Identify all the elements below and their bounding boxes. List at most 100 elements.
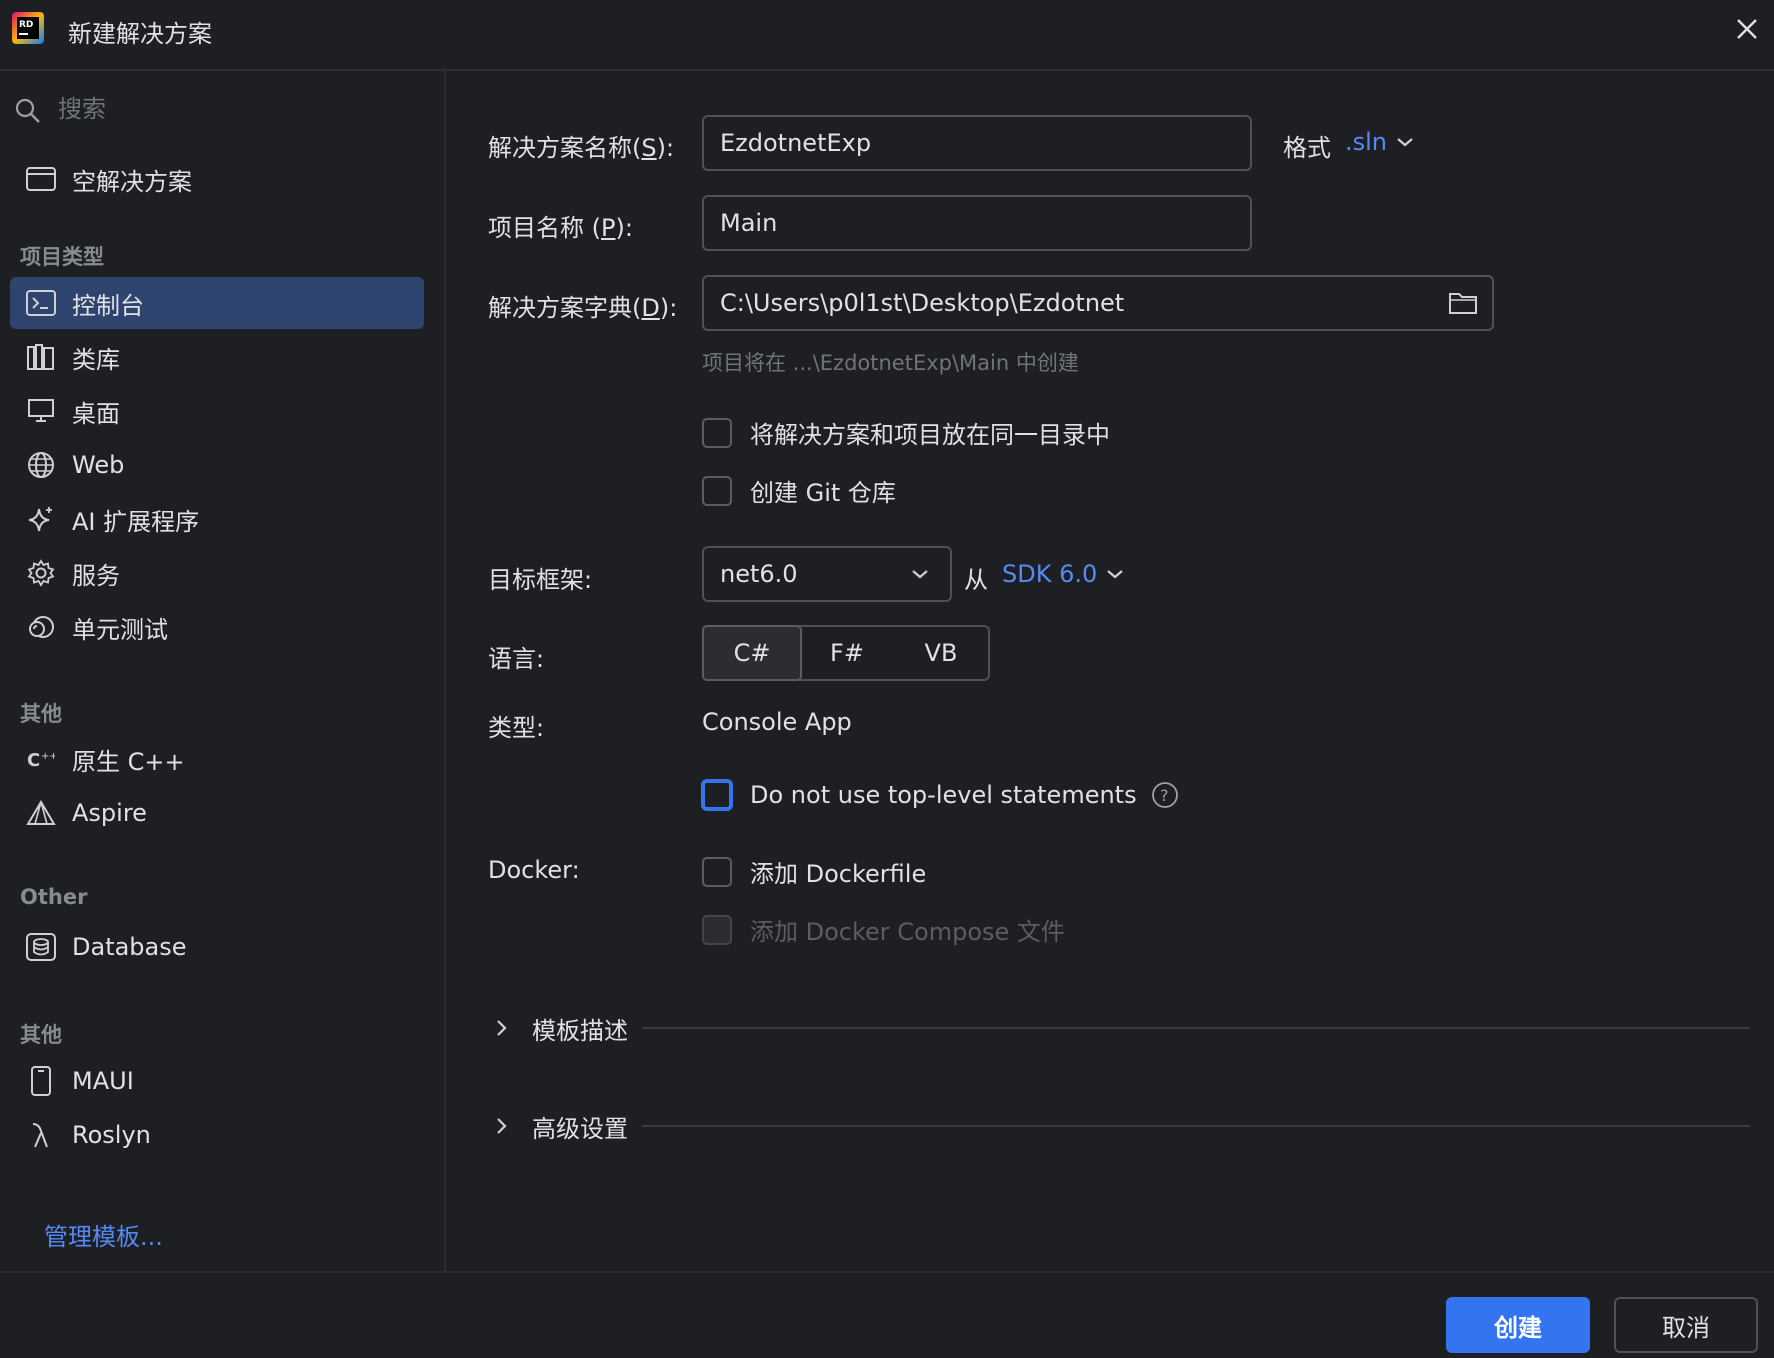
svg-text:C: C bbox=[27, 750, 40, 771]
docker-compose-option: 添加 Docker Compose 文件 bbox=[702, 912, 1065, 947]
close-icon[interactable] bbox=[1730, 12, 1764, 46]
language-option-csharp[interactable]: C# bbox=[702, 625, 802, 681]
target-framework-value: net6.0 bbox=[720, 560, 798, 588]
chevron-down-icon bbox=[1397, 138, 1413, 147]
sidebar-item-native-cpp[interactable]: C ++ 原生 C++ bbox=[10, 733, 424, 785]
search-icon bbox=[15, 98, 40, 123]
roslyn-icon bbox=[26, 1120, 56, 1150]
sidebar-item-database[interactable]: Database bbox=[10, 921, 424, 973]
sidebar-item-unit-test[interactable]: 单元测试 bbox=[10, 601, 424, 653]
sidebar-item-desktop[interactable]: 桌面 bbox=[10, 385, 424, 437]
sparkle-icon bbox=[26, 504, 56, 534]
target-framework-label: 目标框架: bbox=[488, 566, 593, 594]
sidebar-item-label: 控制台 bbox=[72, 291, 144, 320]
language-option-vb[interactable]: VB bbox=[894, 627, 988, 679]
top-level-label: Do not use top-level statements bbox=[750, 781, 1137, 809]
section-title: 模板描述 bbox=[532, 1016, 628, 1045]
sidebar-item-label: 类库 bbox=[72, 345, 120, 374]
title-bar: RD 新建解决方案 bbox=[0, 0, 1774, 71]
test-icon bbox=[26, 612, 56, 642]
manage-templates-link[interactable]: 管理模板... bbox=[44, 1217, 163, 1252]
cancel-button[interactable]: 取消 bbox=[1614, 1297, 1758, 1353]
template-sidebar: 空解决方案 项目类型 控制台 类库 桌面 Web AI 扩展程序 服 bbox=[0, 71, 446, 1271]
sidebar-item-label: 空解决方案 bbox=[72, 167, 192, 196]
docker-label: Docker: bbox=[488, 856, 580, 884]
sidebar-item-service[interactable]: 服务 bbox=[10, 547, 424, 599]
top-level-option[interactable]: Do not use top-level statements ? bbox=[702, 780, 1179, 810]
dialog-footer: 创建 取消 bbox=[0, 1271, 1774, 1358]
sidebar-item-label: 原生 C++ bbox=[72, 747, 185, 776]
chevron-right-icon bbox=[494, 1116, 514, 1136]
database-icon bbox=[26, 932, 56, 962]
sidebar-item-label: 单元测试 bbox=[72, 615, 168, 644]
solution-dir-field[interactable] bbox=[702, 275, 1494, 331]
project-name-field[interactable] bbox=[702, 195, 1252, 251]
sidebar-item-empty-solution[interactable]: 空解决方案 bbox=[10, 153, 424, 205]
type-value: Console App bbox=[702, 708, 852, 736]
format-label: 格式 bbox=[1283, 134, 1331, 162]
git-checkbox[interactable] bbox=[702, 475, 732, 506]
section-title: 高级设置 bbox=[532, 1114, 628, 1143]
dockerfile-option[interactable]: 添加 Dockerfile bbox=[702, 854, 926, 889]
solution-name-input[interactable] bbox=[720, 129, 1250, 157]
git-option[interactable]: 创建 Git 仓库 bbox=[702, 473, 896, 508]
cpp-icon: C ++ bbox=[26, 744, 56, 774]
sidebar-item-label: Aspire bbox=[72, 799, 147, 827]
monitor-icon bbox=[26, 396, 56, 426]
group-label-other-2: Other bbox=[20, 885, 88, 909]
search-box[interactable] bbox=[14, 89, 434, 129]
dockerfile-checkbox[interactable] bbox=[702, 856, 732, 887]
same-dir-label: 将解决方案和项目放在同一目录中 bbox=[750, 421, 1110, 449]
sidebar-item-console[interactable]: 控制台 bbox=[10, 277, 424, 329]
format-dropdown[interactable]: .sln bbox=[1345, 128, 1415, 156]
sidebar-item-label: MAUI bbox=[72, 1067, 134, 1095]
phone-icon bbox=[26, 1066, 56, 1096]
sidebar-item-aspire[interactable]: Aspire bbox=[10, 787, 424, 839]
project-name-input[interactable] bbox=[720, 209, 1250, 237]
same-dir-checkbox[interactable] bbox=[702, 417, 732, 448]
section-advanced-settings[interactable]: 高级设置 bbox=[494, 1106, 1750, 1146]
sidebar-item-ai-extension[interactable]: AI 扩展程序 bbox=[10, 493, 424, 545]
search-input[interactable] bbox=[58, 89, 418, 129]
same-dir-option[interactable]: 将解决方案和项目放在同一目录中 bbox=[702, 415, 1110, 450]
chevron-down-icon bbox=[912, 570, 928, 579]
chevron-right-icon bbox=[494, 1018, 514, 1038]
help-icon[interactable]: ? bbox=[1151, 781, 1179, 809]
sdk-dropdown[interactable]: SDK 6.0 bbox=[1002, 560, 1125, 588]
sidebar-item-label: Web bbox=[72, 451, 125, 479]
from-label: 从 bbox=[964, 566, 988, 594]
rider-logo-icon: RD bbox=[12, 12, 44, 44]
sidebar-item-roslyn[interactable]: Roslyn bbox=[10, 1109, 424, 1161]
solution-name-label: 解决方案名称(S): bbox=[488, 134, 675, 162]
create-button[interactable]: 创建 bbox=[1446, 1297, 1590, 1353]
sidebar-item-label: Roslyn bbox=[72, 1121, 151, 1149]
project-location-hint: 项目将在 ...\EzdotnetExp\Main 中创建 bbox=[702, 351, 1079, 375]
docker-compose-label: 添加 Docker Compose 文件 bbox=[750, 918, 1065, 946]
language-label: 语言: bbox=[488, 645, 545, 673]
sidebar-item-label: 桌面 bbox=[72, 399, 120, 428]
language-option-fsharp[interactable]: F# bbox=[800, 627, 894, 679]
chevron-down-icon bbox=[1107, 570, 1123, 579]
window-title: 新建解决方案 bbox=[68, 20, 212, 48]
project-name-label: 项目名称 (P): bbox=[488, 214, 633, 242]
sidebar-item-maui[interactable]: MAUI bbox=[10, 1055, 424, 1107]
svg-text:++: ++ bbox=[41, 751, 55, 762]
group-label-other-3: 其他 bbox=[20, 1023, 62, 1047]
svg-text:?: ? bbox=[1160, 786, 1169, 805]
solution-dir-input[interactable] bbox=[720, 289, 1436, 317]
empty-solution-icon bbox=[26, 164, 56, 194]
language-segmented-control: C# F# VB bbox=[702, 625, 990, 681]
type-label: 类型: bbox=[488, 714, 545, 742]
sidebar-item-web[interactable]: Web bbox=[10, 439, 424, 491]
terminal-icon bbox=[26, 288, 56, 318]
folder-icon[interactable] bbox=[1448, 290, 1478, 316]
target-framework-select[interactable]: net6.0 bbox=[702, 546, 952, 602]
aspire-icon bbox=[26, 798, 56, 828]
top-level-checkbox[interactable] bbox=[702, 780, 732, 810]
sidebar-item-label: AI 扩展程序 bbox=[72, 507, 200, 536]
group-label-project-types: 项目类型 bbox=[20, 245, 104, 269]
divider bbox=[642, 1027, 1750, 1029]
section-template-description[interactable]: 模板描述 bbox=[494, 1008, 1750, 1048]
sidebar-item-class-library[interactable]: 类库 bbox=[10, 331, 424, 383]
solution-name-field[interactable] bbox=[702, 115, 1252, 171]
